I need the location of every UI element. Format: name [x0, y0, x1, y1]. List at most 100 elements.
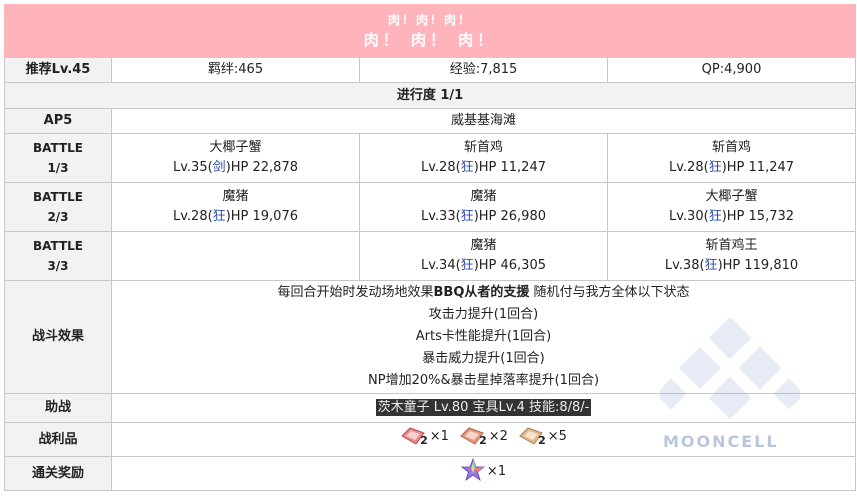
drop-quantity: ×5	[547, 429, 567, 444]
enemy-hp: )HP 19,076	[225, 209, 298, 224]
support-servant[interactable]: 茨木童子 Lv.80 宝具Lv.4 技能:8/8/-	[375, 399, 592, 416]
enemy-level: Lv.34(	[420, 258, 461, 273]
battle-label: BATTLE 3/3	[4, 231, 112, 281]
enemy-name: 斩首鸡	[712, 140, 752, 155]
drop-quantity: ×2	[488, 429, 508, 444]
enemy-cell: 大椰子蟹 Lv.30(狂)HP 15,732	[606, 182, 857, 232]
recommended-level: 推荐Lv.45	[4, 57, 112, 83]
enemy-hp: )HP 26,980	[473, 209, 546, 224]
enemy-hp: )HP 11,247	[721, 160, 795, 175]
battle-label-top: BATTLE	[33, 141, 83, 155]
quest-table: 肉！肉！肉！ 肉！ 肉！ 肉！ 推荐Lv.45 羁绊:465 经验:7,815 …	[3, 4, 857, 491]
battle-label-bottom: 1/3	[47, 161, 69, 175]
drop-item[interactable]: 2 ×2	[459, 425, 508, 447]
quest-title-cn: 肉！ 肉！ 肉！	[363, 31, 497, 49]
effect-line: 攻击力提升(1回合)	[428, 307, 539, 322]
progress-row: 进行度 1/1	[3, 82, 857, 109]
enemy-level: Lv.38(	[664, 258, 705, 273]
effect-row: 战斗效果 每回合开始时发动场地效果BBQ从者的支援 随机付与我方全体以下状态 攻…	[4, 280, 857, 394]
effect-line: Arts卡性能提升(1回合)	[415, 329, 552, 344]
enemy-name: 大椰子蟹	[705, 189, 758, 204]
effect-intro-post: 随机付与我方全体以下状态	[529, 285, 690, 300]
battle-label: BATTLE 1/3	[4, 133, 112, 183]
quest-title: 肉！肉！肉！ 肉！ 肉！ 肉！	[3, 4, 857, 58]
enemy-hp: )HP 22,878	[225, 160, 298, 175]
drops-content: 2 ×1 2 ×2 2 ×5	[110, 422, 857, 457]
drop-quantity: ×1	[429, 429, 449, 444]
enemy-class[interactable]: 狂	[705, 258, 718, 273]
clear-reward-item[interactable]: ×1	[460, 458, 507, 482]
battle-label-top: BATTLE	[33, 190, 83, 204]
info-row: 推荐Lv.45 羁绊:465 经验:7,815 QP:4,900	[4, 57, 857, 83]
enemy-hp: )HP 46,305	[473, 258, 546, 273]
enemy-level: Lv.28(	[172, 209, 213, 224]
enemy-class[interactable]: 剑	[213, 160, 226, 175]
battle-label-bottom: 3/3	[47, 259, 69, 273]
enemy-level: Lv.35(	[172, 160, 213, 175]
enemy-class[interactable]: 狂	[461, 160, 474, 175]
effect-line: NP增加20%&暴击星掉落率提升(1回合)	[368, 373, 600, 388]
battle-label-top: BATTLE	[33, 239, 83, 253]
support-row: 助战 茨木童子 Lv.80 宝具Lv.4 技能:8/8/-	[4, 393, 857, 423]
enemy-cell-empty	[111, 231, 360, 281]
quest-title-jp: 肉！肉！肉！	[388, 13, 473, 27]
bond-value: 羁绊:465	[111, 57, 360, 83]
enemy-name: 斩首鸡	[463, 140, 503, 155]
enemy-level: Lv.33(	[420, 209, 461, 224]
enemy-name: 斩首鸡王	[705, 238, 758, 253]
progress-label: 进行度 1/1	[3, 82, 857, 109]
drop-item[interactable]: 2 ×5	[518, 425, 567, 447]
enemy-hp: )HP 119,810	[717, 258, 799, 273]
enemy-cell: 斩首鸡 Lv.28(狂)HP 11,247	[359, 133, 608, 183]
enemy-name: 大椰子蟹	[209, 140, 262, 155]
title-row: 肉！肉！肉！ 肉！ 肉！ 肉！	[3, 4, 857, 58]
support-label: 助战	[4, 393, 112, 423]
enemy-name: 魔猪	[470, 238, 497, 253]
enemy-level: Lv.30(	[669, 209, 709, 224]
enemy-class[interactable]: 狂	[461, 258, 474, 273]
effect-intro-pre: 每回合开始时发动场地效果	[277, 285, 434, 300]
drops-label: 战利品	[4, 422, 112, 457]
clear-reward-label: 通关奖励	[4, 456, 112, 491]
support-content: 茨木童子 Lv.80 宝具Lv.4 技能:8/8/-	[110, 393, 857, 423]
enemy-hp: )HP 15,732	[721, 209, 795, 224]
exp-value: 经验:7,815	[359, 57, 608, 83]
drop-count: 2	[420, 434, 428, 447]
enemy-class[interactable]: 狂	[213, 209, 226, 224]
enemy-hp: )HP 11,247	[473, 160, 546, 175]
drop-count: 2	[538, 434, 546, 447]
enemy-class[interactable]: 狂	[709, 209, 722, 224]
enemy-cell: 大椰子蟹 Lv.35(剑)HP 22,878	[111, 133, 360, 183]
ap-row: AP5 威基基海滩	[4, 108, 857, 134]
drop-item[interactable]: 2 ×1	[400, 425, 449, 447]
effect-label: 战斗效果	[4, 280, 112, 394]
enemy-name: 魔猪	[470, 189, 497, 204]
saint-quartz-icon	[460, 458, 485, 482]
location-name: 威基基海滩	[110, 108, 857, 134]
field-effect-name[interactable]: BBQ从者的支援	[434, 285, 530, 300]
enemy-level: Lv.28(	[420, 160, 461, 175]
drops-row: 战利品 2 ×1 2 ×2 2 ×5	[4, 422, 857, 457]
battle-row: BATTLE 2/3 魔猪 Lv.28(狂)HP 19,076 魔猪 Lv.33(狂)…	[4, 182, 857, 232]
battle-label: BATTLE 2/3	[4, 182, 112, 232]
effect-intro: 每回合开始时发动场地效果BBQ从者的支援 随机付与我方全体以下状态	[114, 282, 853, 304]
enemy-level: Lv.28(	[669, 160, 709, 175]
enemy-class[interactable]: 狂	[709, 160, 722, 175]
enemy-cell: 魔猪 Lv.33(狂)HP 26,980	[359, 182, 608, 232]
effect-line: 暴击威力提升(1回合)	[422, 351, 545, 366]
enemy-class[interactable]: 狂	[461, 209, 474, 224]
clear-reward-row: 通关奖励 ×1	[4, 456, 857, 491]
enemy-cell: 斩首鸡王 Lv.38(狂)HP 119,810	[606, 231, 857, 281]
enemy-cell: 魔猪 Lv.28(狂)HP 19,076	[111, 182, 360, 232]
clear-reward-content: ×1	[110, 456, 857, 491]
enemy-name: 魔猪	[222, 189, 249, 204]
drop-count: 2	[479, 434, 487, 447]
enemy-cell: 魔猪 Lv.34(狂)HP 46,305	[359, 231, 608, 281]
qp-value: QP:4,900	[606, 57, 857, 83]
effect-content: 每回合开始时发动场地效果BBQ从者的支援 随机付与我方全体以下状态 攻击力提升(…	[110, 280, 857, 394]
battle-label-bottom: 2/3	[47, 210, 69, 224]
ap-cost: AP5	[4, 108, 112, 134]
clear-reward-quantity: ×1	[486, 464, 507, 479]
battle-row: BATTLE 3/3 魔猪 Lv.34(狂)HP 46,305 斩首鸡王 Lv.38(…	[4, 231, 857, 281]
battle-row: BATTLE 1/3 大椰子蟹 Lv.35(剑)HP 22,878 斩首鸡 Lv.28…	[4, 133, 857, 183]
